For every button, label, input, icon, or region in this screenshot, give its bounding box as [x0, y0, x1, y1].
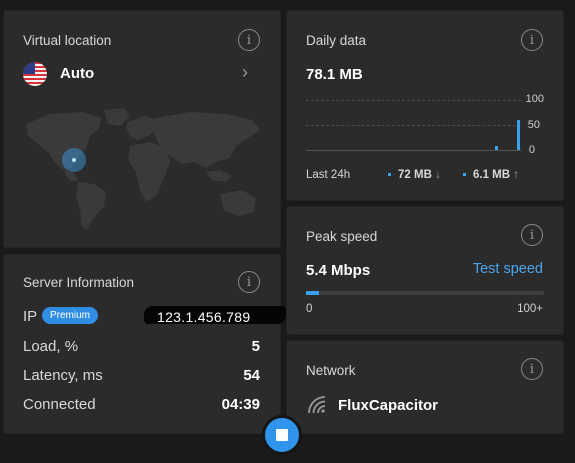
download-legend: 72 MB ↓	[388, 169, 441, 181]
premium-badge: Premium	[42, 307, 99, 324]
daily-bar	[517, 120, 521, 150]
download-arrow-icon: ↓	[435, 169, 441, 181]
ip-value: 123.1.456.789	[157, 309, 251, 325]
peak-speed-card: Peak speed i 5.4 Mbps Test speed 0 100+	[286, 206, 564, 335]
info-icon[interactable]: i	[521, 358, 543, 380]
info-icon[interactable]: i	[521, 224, 543, 246]
us-flag-icon	[23, 62, 47, 86]
virtual-location-title: Virtual location	[23, 33, 112, 48]
connected-label: Connected	[23, 396, 96, 413]
server-info-card: Server Information i IP Premium 123.1.45…	[3, 254, 286, 434]
network-title: Network	[306, 363, 356, 378]
latency-label: Latency, ms	[23, 367, 103, 384]
upload-legend: 6.1 MB ↑	[463, 169, 519, 181]
load-value: 5	[251, 338, 260, 355]
peak-scale-min: 0	[306, 303, 313, 315]
upload-arrow-icon: ↑	[513, 169, 520, 181]
upload-legend-dot	[463, 173, 466, 177]
peak-speed-title: Peak speed	[306, 229, 378, 244]
grid-line	[306, 125, 521, 126]
grid-line	[306, 100, 521, 101]
peak-speed-fill	[306, 291, 319, 295]
chevron-right-icon[interactable]: ›	[242, 62, 248, 83]
upload-value: 6.1 MB	[473, 169, 511, 181]
world-map	[26, 108, 260, 230]
info-icon[interactable]: i	[238, 271, 260, 293]
test-speed-button[interactable]: Test speed	[473, 261, 543, 277]
location-value: Auto	[60, 65, 95, 82]
peak-speed-track	[306, 291, 544, 295]
location-pin	[72, 158, 76, 162]
server-info-title: Server Information	[23, 275, 135, 290]
info-icon[interactable]: i	[238, 29, 260, 51]
peak-scale-max: 100+	[517, 303, 543, 315]
ip-label: IP	[23, 308, 38, 325]
virtual-location-card[interactable]: Virtual location i Auto ›	[3, 10, 281, 248]
daily-bar	[495, 146, 499, 150]
baseline	[306, 150, 521, 151]
y-tick-label: 50	[527, 119, 540, 131]
daily-data-card: Daily data i 78.1 MB 100 50 0 Last 24h 7…	[286, 10, 564, 201]
range-label: Last 24h	[306, 169, 351, 181]
network-card: Network i FluxCapacitor	[286, 340, 564, 434]
download-legend-dot	[388, 173, 391, 177]
connected-value: 04:39	[221, 396, 260, 413]
daily-data-total: 78.1 MB	[306, 66, 363, 83]
wifi-icon	[308, 396, 326, 414]
daily-data-title: Daily data	[306, 33, 367, 48]
info-icon[interactable]: i	[521, 29, 543, 51]
stop-icon	[276, 429, 288, 441]
y-tick-label: 100	[525, 93, 544, 105]
load-label: Load, %	[23, 338, 79, 355]
peak-speed-value: 5.4 Mbps	[306, 262, 371, 279]
latency-value: 54	[243, 367, 260, 384]
disconnect-button[interactable]	[262, 415, 302, 455]
network-name: FluxCapacitor	[338, 397, 439, 414]
download-value: 72 MB	[398, 169, 432, 181]
